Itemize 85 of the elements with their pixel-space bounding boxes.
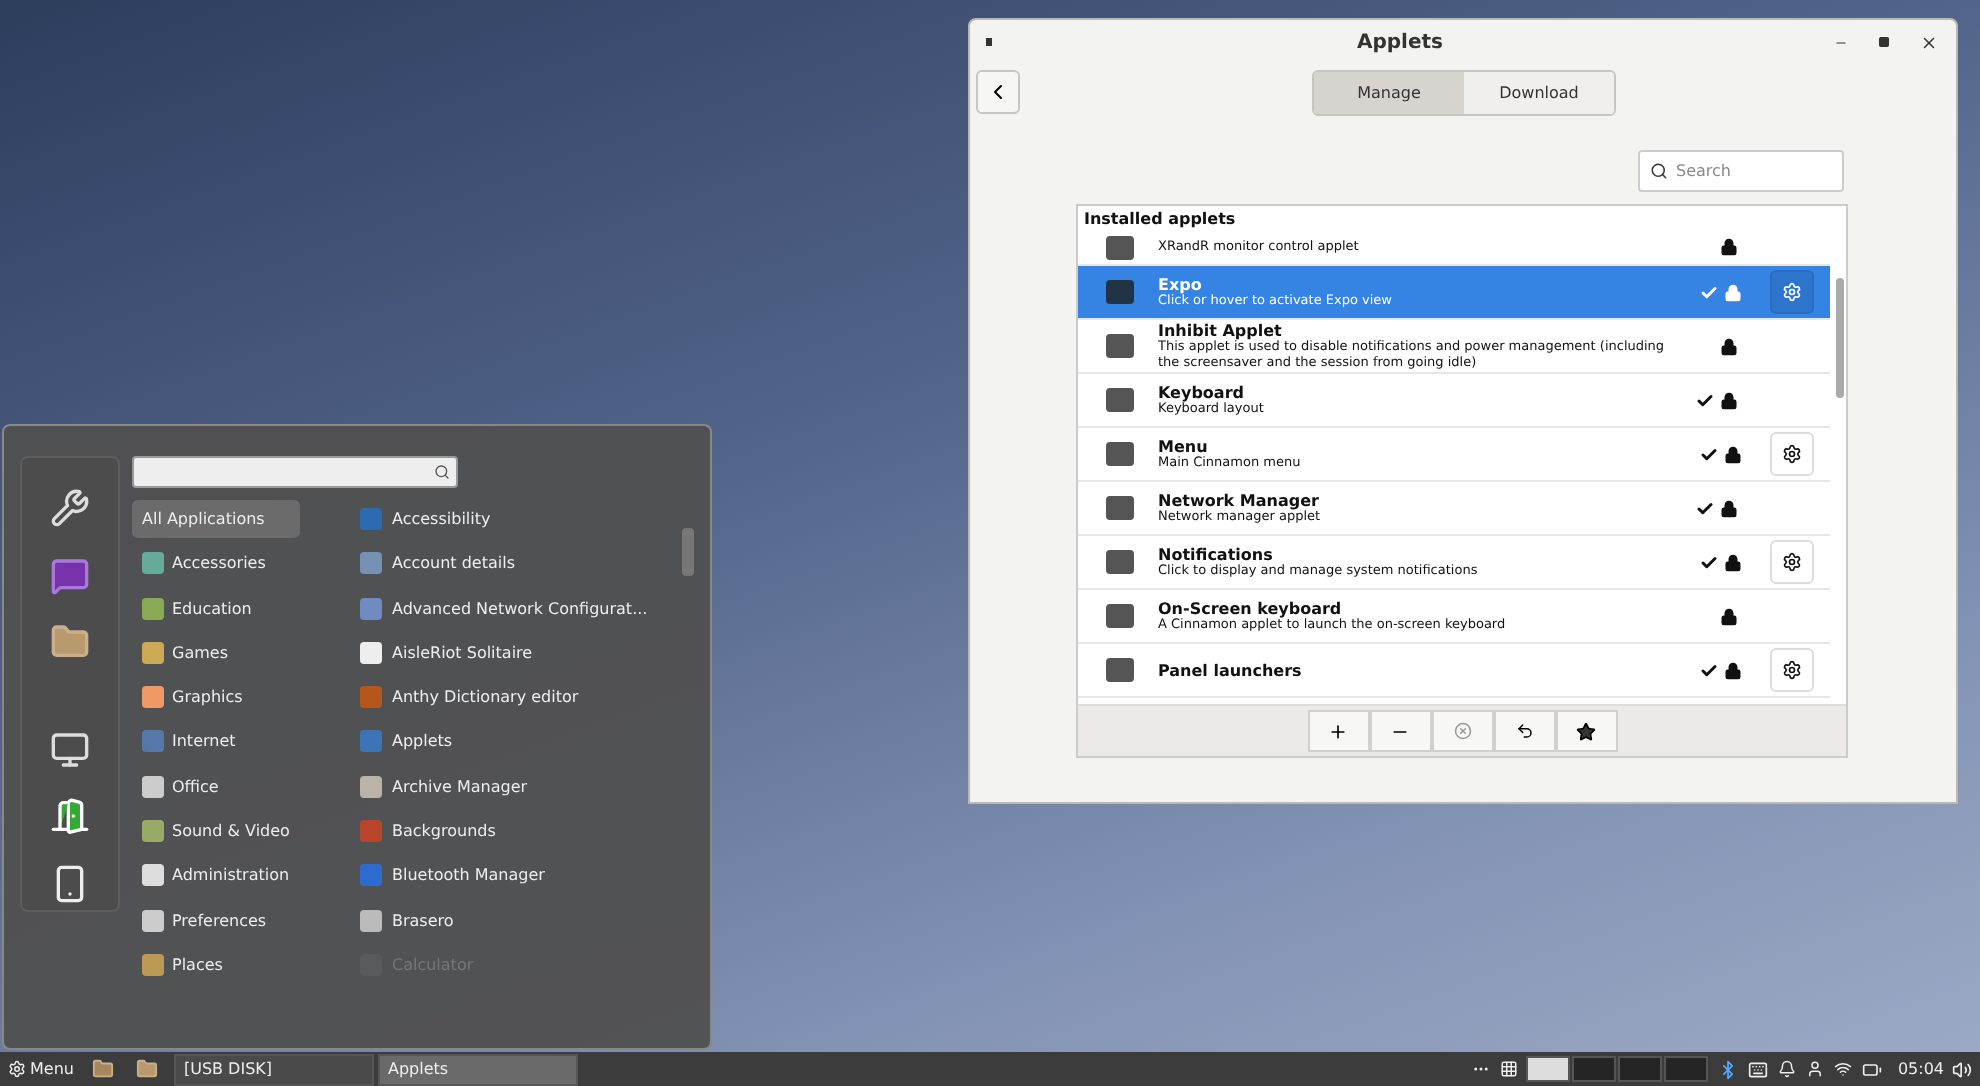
clear-icon [1453, 722, 1471, 740]
applet-icon [1106, 388, 1134, 412]
category-item[interactable]: Preferences [132, 901, 300, 940]
gear-icon [8, 1060, 26, 1078]
grid-icon[interactable] [1499, 1060, 1518, 1078]
category-item[interactable]: Accessories [132, 544, 300, 583]
applet-icon [1106, 280, 1134, 304]
tab[interactable]: Download [1464, 71, 1614, 113]
clock[interactable]: 05:04 [1889, 1060, 1952, 1078]
category-item[interactable]: Sound & Video [132, 812, 300, 851]
lock-icon [1720, 499, 1738, 517]
category-item[interactable]: Graphics [132, 678, 300, 717]
lock-icon [1724, 283, 1742, 301]
notification-icon[interactable] [1777, 1060, 1796, 1078]
back-button[interactable] [976, 70, 1020, 114]
applet-name: Network Manager [1158, 491, 1321, 510]
applet-name: Menu [1158, 437, 1210, 456]
window-button[interactable]: [USB DISK] [173, 1053, 374, 1085]
applet-name: Panel launchers [1158, 661, 1304, 679]
list-header: Installed applets [1082, 208, 1238, 230]
window-title: Applets [1355, 31, 1445, 53]
workspace-button[interactable] [1525, 1056, 1570, 1082]
undo-button[interactable] [1493, 710, 1555, 752]
lock-icon [1720, 337, 1738, 355]
scrollbar[interactable] [682, 528, 694, 576]
network-icon[interactable] [1833, 1060, 1852, 1078]
lock-icon [1724, 661, 1742, 679]
applet-icon [1106, 550, 1134, 574]
category-item[interactable]: All Applications [132, 500, 300, 538]
app-item[interactable]: Brasero [352, 901, 682, 940]
close-icon [1919, 33, 1937, 51]
keyboard-icon[interactable] [1747, 1059, 1768, 1079]
app-item[interactable]: Archive Manager [352, 767, 682, 806]
gear-icon [1782, 282, 1802, 302]
app-item[interactable]: Applets [352, 722, 682, 761]
volume-icon[interactable] [1952, 1059, 1972, 1079]
applet-icon [1106, 658, 1134, 682]
app-item[interactable]: Account details [352, 544, 682, 583]
applet-name: Notifications [1158, 545, 1275, 564]
user-icon[interactable] [1805, 1060, 1824, 1078]
app-item[interactable]: Advanced Network Configurat... [352, 589, 682, 628]
applet-icon [1106, 496, 1134, 520]
gear-icon [1782, 660, 1802, 680]
lock-icon [1720, 238, 1738, 256]
window-button[interactable]: Applets [377, 1053, 578, 1085]
applet-icon [1106, 334, 1134, 358]
applet-row[interactable]: Panel launchers [1078, 644, 1830, 698]
app-item[interactable]: Backgrounds [352, 812, 682, 851]
app-item[interactable]: Anthy Dictionary editor [352, 678, 682, 717]
category-item[interactable]: Places [132, 945, 300, 984]
tab[interactable]: Manage [1314, 71, 1464, 113]
scrollbar[interactable] [1836, 278, 1844, 398]
plus-icon [1328, 721, 1348, 741]
maximize-icon [1878, 36, 1890, 48]
battery-icon[interactable] [1861, 1059, 1882, 1079]
app-item[interactable]: Bluetooth Manager [352, 856, 682, 895]
app-item[interactable]: Accessibility [352, 500, 682, 538]
category-item[interactable]: Internet [132, 722, 300, 761]
lock-icon [1720, 391, 1738, 409]
search-icon [1650, 162, 1668, 180]
category-item[interactable]: Education [132, 589, 300, 628]
search-field[interactable]: Search [1638, 150, 1844, 192]
lock-icon [1724, 553, 1742, 571]
category-item[interactable]: Games [132, 633, 300, 672]
applet-icon [1106, 604, 1134, 628]
menu-button[interactable]: Menu [0, 1052, 82, 1086]
star-button[interactable] [1555, 710, 1617, 752]
bluetooth-icon[interactable] [1717, 1059, 1738, 1079]
search-icon [434, 464, 450, 480]
applet-icon [1106, 442, 1134, 466]
gear-icon [1782, 552, 1802, 572]
applet-icon [1106, 235, 1134, 259]
gear-icon [1782, 444, 1802, 464]
applet-name: Keyboard [1158, 383, 1246, 402]
category-item[interactable]: Office [132, 767, 300, 806]
search-field[interactable] [132, 456, 458, 488]
applet-name: Inhibit Applet [1158, 321, 1284, 340]
category-item[interactable]: Administration [132, 856, 300, 895]
lock-icon [1720, 607, 1738, 625]
applet-name: Expo [1158, 275, 1204, 294]
app-item[interactable]: AisleRiot Solitaire [352, 633, 682, 672]
lock-icon [1724, 445, 1742, 463]
undo-icon [1515, 722, 1533, 740]
applet-name: On-Screen keyboard [1158, 599, 1344, 618]
star-icon [1576, 721, 1596, 741]
